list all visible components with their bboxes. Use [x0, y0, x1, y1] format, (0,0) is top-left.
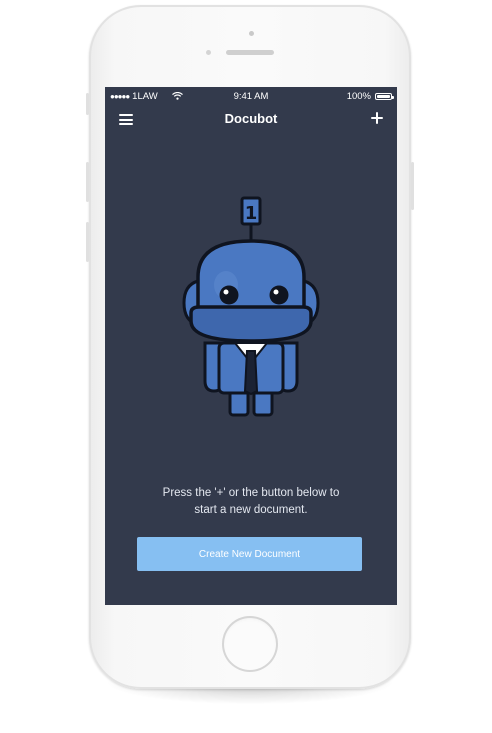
app-title: Docubot [224, 111, 278, 126]
instructions-line-1: Press the '+' or the button below to [162, 487, 340, 499]
app-screen: ●●●●● 1LAW 9:41 AM 100% Docubot 1 Press … [105, 87, 397, 605]
instructions-line-2: start a new document. [194, 504, 308, 516]
home-button[interactable] [222, 616, 278, 672]
power-button [411, 162, 414, 210]
antenna-number: 1 [245, 203, 258, 224]
earpiece-speaker [226, 50, 274, 55]
robot-head [189, 239, 313, 343]
mute-switch [86, 93, 89, 115]
create-new-document-button[interactable]: Create New Document [137, 537, 362, 571]
volume-up-button [86, 162, 89, 202]
robot-antenna: 1 [240, 196, 262, 241]
front-camera [249, 31, 254, 36]
battery-level [377, 95, 390, 98]
volume-down-button [86, 222, 89, 262]
battery-tip [392, 95, 394, 99]
proximity-sensor [206, 50, 211, 55]
battery-percentage: 100% [346, 91, 371, 102]
empty-state-instructions: Press the '+' or the button below to sta… [125, 485, 377, 519]
battery-icon [375, 93, 394, 100]
add-document-icon[interactable] [371, 112, 383, 124]
status-bar: ●●●●● 1LAW 9:41 AM 100% [105, 87, 397, 107]
navigation-bar: Docubot [105, 107, 397, 133]
robot-mascot-illustration: 1 [182, 196, 320, 417]
robot-body [217, 341, 285, 396]
